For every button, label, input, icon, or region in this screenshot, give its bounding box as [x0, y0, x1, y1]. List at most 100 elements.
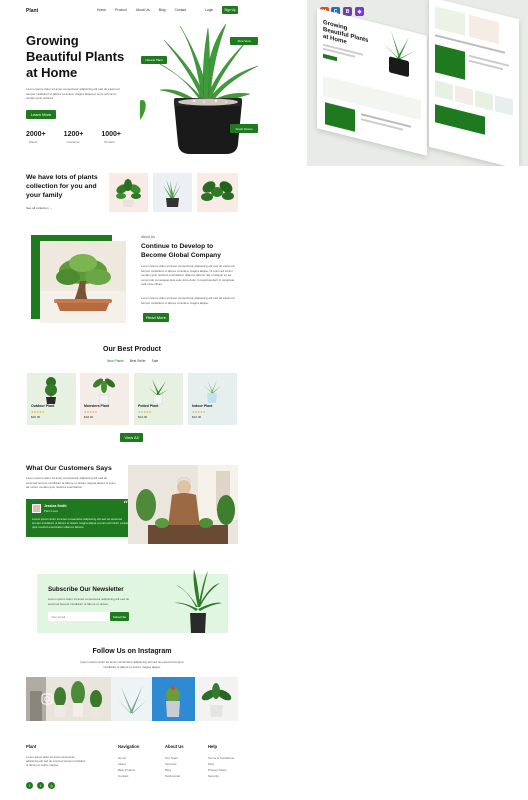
tag-aloe-vera: Aloe Vera: [230, 37, 258, 45]
potted-plant-image: [116, 179, 141, 207]
hero-title: Growing Beautiful Plants at Home: [26, 33, 124, 81]
top-nav: Home Product About Us Blog Contact: [97, 8, 195, 12]
snake-plant-image: [163, 179, 181, 207]
newsletter-title: Subscribe Our Newsletter: [48, 586, 124, 593]
footer-brand-description: Lorem ipsum dolor sit amet consectetur a…: [26, 755, 86, 768]
collection-title: We have lots of plants collection for yo…: [26, 173, 98, 200]
login-link[interactable]: Login: [205, 8, 213, 12]
signup-button[interactable]: Sign Up: [222, 6, 238, 14]
newsletter-email-input[interactable]: [48, 612, 110, 621]
subscribe-button[interactable]: Subscribe: [110, 612, 129, 621]
product-card-potted[interactable]: Potted Plant ★★★★★ $24.00: [134, 373, 183, 425]
bonsai-image: [40, 241, 126, 323]
collection-card-2[interactable]: [153, 173, 192, 212]
instagram-photo-1[interactable]: [26, 677, 111, 721]
testimonials-description: Lorem ipsum dolor sit amet consectetur a…: [26, 476, 116, 490]
mockup-preview: H C B ◆ Growing Beautiful Plants at Home: [307, 0, 528, 166]
footer-logo[interactable]: Plant: [26, 744, 88, 749]
topiary-image: [45, 377, 57, 404]
product-price: $20.00: [31, 415, 41, 419]
footer-link[interactable]: Security: [208, 773, 234, 779]
nav-blog[interactable]: Blog: [159, 8, 166, 12]
about-title-line1: Continue to Develop to: [141, 243, 214, 250]
collection-title-line3: your family: [26, 192, 63, 199]
tab-sale[interactable]: Sale: [152, 359, 159, 363]
nav-about[interactable]: About Us: [136, 8, 150, 12]
twitter-icon[interactable]: t: [37, 782, 44, 790]
customer-photo: [128, 465, 238, 544]
footer-link[interactable]: Testimonial: [165, 773, 184, 779]
reviewer-name: Jessica Smith: [44, 504, 67, 508]
hero-title-line2: Beautiful Plants: [26, 49, 125, 64]
instagram-icon[interactable]: ◎: [48, 782, 55, 790]
footer-col-help: Help Terms & Conditions FAQ Privacy Poli…: [208, 744, 234, 779]
product-card-indoor[interactable]: Indoor Plant ★★★★★ $16.00: [188, 373, 237, 425]
rating-stars: ★★★★★: [138, 410, 152, 414]
about-kicker: About Us: [141, 235, 155, 239]
testimonial-card: Jessica Smith Plant Lover “ Lorem ipsum …: [26, 499, 136, 537]
instagram-description: Lorem ipsum dolor sit amet consectetur a…: [80, 660, 184, 669]
see-collection-link[interactable]: See all collection →: [26, 206, 52, 211]
product-name: Indoor Plant: [192, 404, 213, 408]
tab-new-plants[interactable]: New Plants: [107, 359, 124, 363]
product-name: Outdoor Plant: [31, 404, 55, 408]
tag-fresh-green: Fresh Green: [230, 124, 258, 133]
newsletter-description: Lorem ipsum dolor sit amet consectetur a…: [48, 597, 130, 606]
product-price: $16.00: [192, 415, 202, 419]
footer-link[interactable]: Contact: [118, 773, 139, 779]
product-price: $24.00: [138, 415, 148, 419]
footer-heading: About Us: [165, 744, 184, 749]
hero-description: Lorem ipsum dolor sit amet consectetur a…: [26, 87, 120, 101]
product-tabs: New Plants Best Seller Sale: [107, 359, 158, 363]
collection-card-3[interactable]: [197, 173, 238, 212]
about-read-more-button[interactable]: Read More: [143, 313, 169, 322]
nav-home[interactable]: Home: [97, 8, 106, 12]
product-card-outdoor[interactable]: Outdoor Plant ★★★★★ $20.00: [27, 373, 76, 425]
mockup-page-1: Growing Beautiful Plants at Home: [317, 8, 427, 156]
monstera-plant-image: [201, 181, 234, 201]
collection-title-line1: We have lots of plants: [26, 174, 98, 181]
instagram-gallery: [26, 677, 238, 721]
testimonial-quote: Lorem ipsum dolor sit amet consectetur a…: [32, 517, 130, 530]
product-card-monstera[interactable]: Monstera Plant ★★★★★ $18.00: [80, 373, 129, 425]
tag-natural-plant: Natural Plant: [141, 56, 167, 64]
nav-product[interactable]: Product: [115, 8, 127, 12]
hero-learn-more-button[interactable]: Learn More: [26, 110, 56, 119]
monstera-pot-image: [93, 378, 115, 405]
reviewer-role: Plant Lover: [44, 509, 59, 513]
footer-heading: Help: [208, 744, 218, 749]
mockup-hero-title: Growing Beautiful Plants at Home: [323, 19, 369, 46]
about-title-line2: Become Global Company: [141, 252, 221, 259]
about-title: Continue to Develop to Become Global Com…: [141, 242, 221, 260]
hero-title-line3: at Home: [26, 65, 78, 80]
footer-col-about: About Us Our Team Services Blog Testimon…: [165, 744, 184, 779]
instagram-photo-3[interactable]: [152, 677, 195, 721]
rating-stars: ★★★★★: [84, 410, 98, 414]
product-name: Potted Plant: [138, 404, 159, 408]
floating-leaf-icon: [140, 99, 146, 125]
potted-plant-image: [148, 379, 169, 405]
stat-products: 1000+ Product: [101, 131, 122, 144]
footer-brand-column: Plant Lorem ipsum dolor sit amet consect…: [26, 744, 88, 792]
collection-card-1[interactable]: [109, 173, 148, 212]
palm-plant-image: [174, 569, 222, 633]
indoor-plant-image: [204, 380, 221, 403]
footer-heading: Navigation: [118, 744, 140, 749]
about-paragraph-1: Lorem ipsum dolor sit amet consectetur a…: [141, 264, 235, 287]
stat-customers: 1200+ Customer: [63, 131, 84, 144]
hero-stats: 2000+ Plants 1200+ Customer 1000+ Product: [26, 131, 121, 144]
testimonials-title: What Our Customers Says: [26, 465, 112, 472]
rating-stars: ★★★★★: [192, 410, 206, 414]
tab-best-seller[interactable]: Best Seller: [130, 359, 146, 363]
avatar: [32, 504, 41, 513]
instagram-photo-4[interactable]: [195, 677, 238, 721]
footer-col-navigation: Navigation Home About Best Product Conta…: [118, 744, 139, 779]
brand-logo[interactable]: Plant: [26, 8, 38, 14]
mockup-page-2: [429, 0, 519, 166]
instagram-photo-2[interactable]: [111, 677, 152, 721]
view-all-button[interactable]: View All: [120, 433, 143, 442]
rating-stars: ★★★★★: [31, 410, 45, 414]
facebook-icon[interactable]: f: [26, 782, 33, 790]
about-paragraph-2: Lorem ipsum dolor sit amet consectetur a…: [141, 296, 235, 305]
nav-contact[interactable]: Contact: [174, 8, 186, 12]
